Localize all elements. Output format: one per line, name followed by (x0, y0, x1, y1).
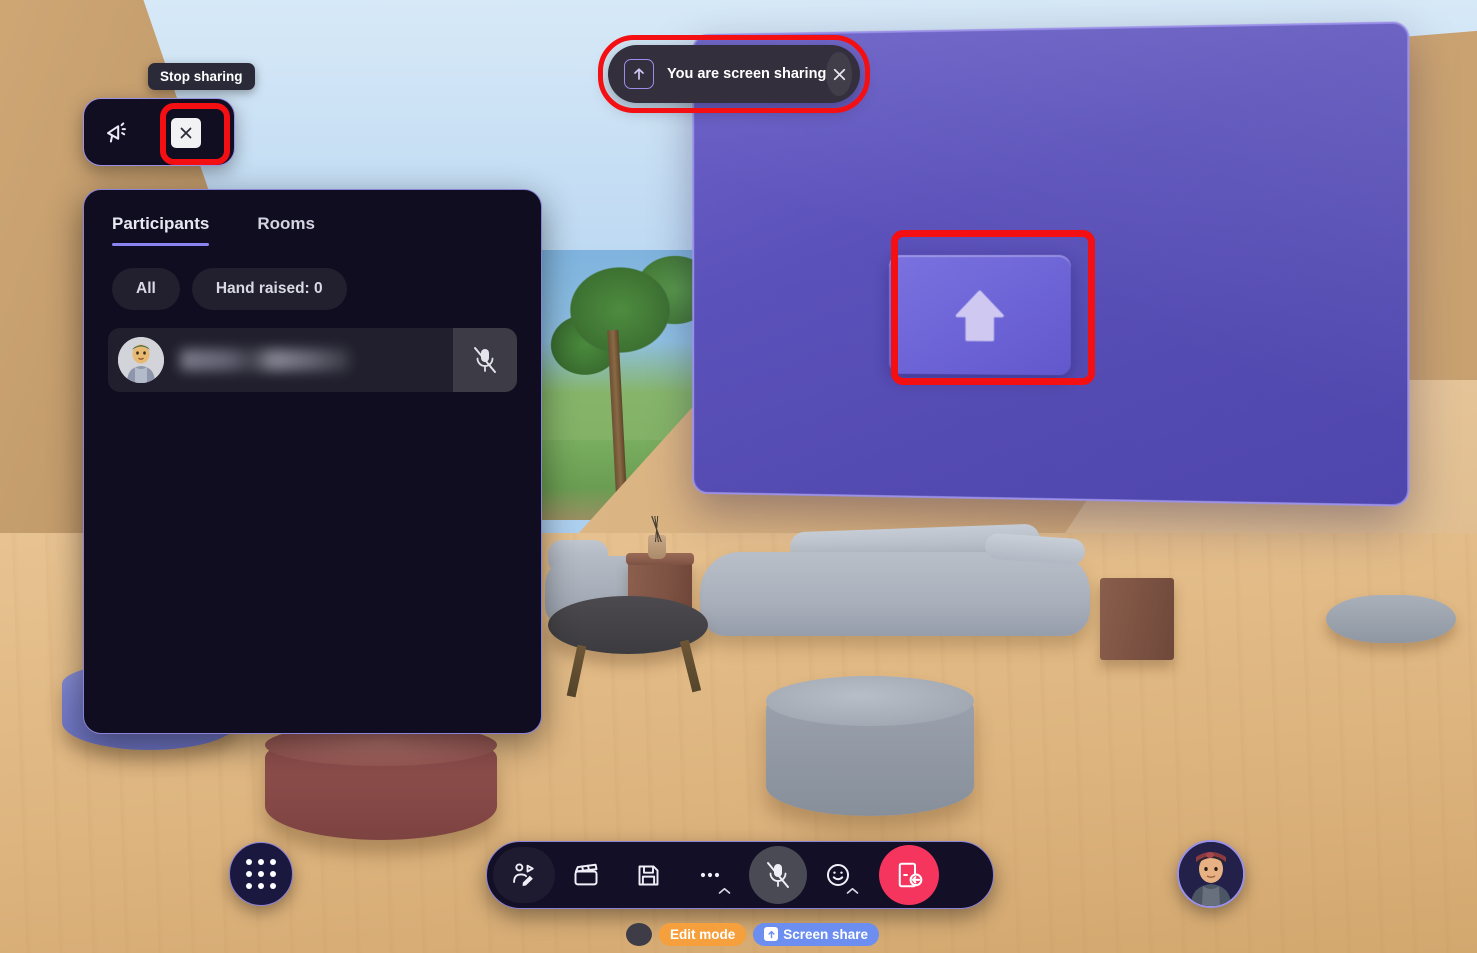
status-badge-screen-share-label: Screen share (783, 926, 869, 942)
ottoman-gray-top (766, 676, 974, 726)
tab-participants[interactable]: Participants (112, 214, 210, 246)
media-button[interactable] (555, 847, 617, 903)
filter-all[interactable]: All (112, 268, 180, 310)
bottom-toolbar (486, 841, 994, 909)
app-launcher-button[interactable] (229, 842, 293, 906)
floppy-save-icon (638, 865, 658, 885)
emoji-smile-icon (826, 863, 850, 887)
megaphone-icon (106, 121, 126, 143)
participant-mute-button[interactable] (453, 328, 517, 392)
annotation-box-toast (598, 35, 870, 113)
decor-sticks (645, 516, 669, 542)
status-bar: Edit mode Screen share (626, 922, 880, 946)
upload-small-icon (764, 927, 779, 941)
participant-row[interactable] (108, 328, 517, 392)
avatar-illustration (118, 337, 164, 383)
sofa-curved (700, 552, 1090, 636)
clapperboard-icon (574, 863, 598, 886)
avatar-edit-icon (513, 863, 534, 886)
microphone-muted-icon (767, 862, 789, 888)
filter-hand-raised[interactable]: Hand raised: 0 (191, 268, 347, 310)
status-badge-screen-share[interactable]: Screen share (753, 922, 880, 946)
avatar-portrait (1179, 842, 1243, 906)
save-button[interactable] (617, 847, 679, 903)
tab-rooms[interactable]: Rooms (257, 214, 315, 246)
chevron-up-icon (718, 888, 731, 894)
microphone-muted-icon (474, 347, 496, 373)
wood-block-stool (1100, 578, 1174, 660)
status-badge-edit-mode[interactable]: Edit mode (659, 922, 747, 946)
announce-button[interactable] (84, 99, 148, 165)
more-dots-icon (700, 872, 720, 878)
participant-list (84, 310, 541, 392)
participant-avatar (118, 337, 164, 383)
annotation-box-share-placeholder (891, 230, 1095, 385)
reactions-button[interactable] (807, 847, 869, 903)
status-indicator-dot (626, 922, 652, 946)
apps-grid-icon (246, 859, 276, 889)
status-badge-edit-mode-label: Edit mode (670, 926, 736, 942)
leave-door-icon (898, 862, 923, 888)
decor-rock (1326, 595, 1456, 643)
participant-name-redacted (180, 349, 350, 371)
panel-tabs: Participants Rooms (84, 190, 541, 246)
chevron-up-icon (846, 888, 859, 894)
avatar-edit-button[interactable] (493, 847, 555, 903)
stop-sharing-tooltip: Stop sharing (148, 63, 255, 90)
participants-panel: Participants Rooms All Hand raised: 0 (83, 189, 542, 734)
microphone-button[interactable] (749, 846, 807, 904)
my-avatar[interactable] (1177, 840, 1245, 908)
annotation-box-stop-sharing (160, 103, 230, 165)
leave-button[interactable] (879, 845, 939, 905)
more-options-button[interactable] (679, 847, 741, 903)
participant-filters: All Hand raised: 0 (84, 246, 541, 310)
